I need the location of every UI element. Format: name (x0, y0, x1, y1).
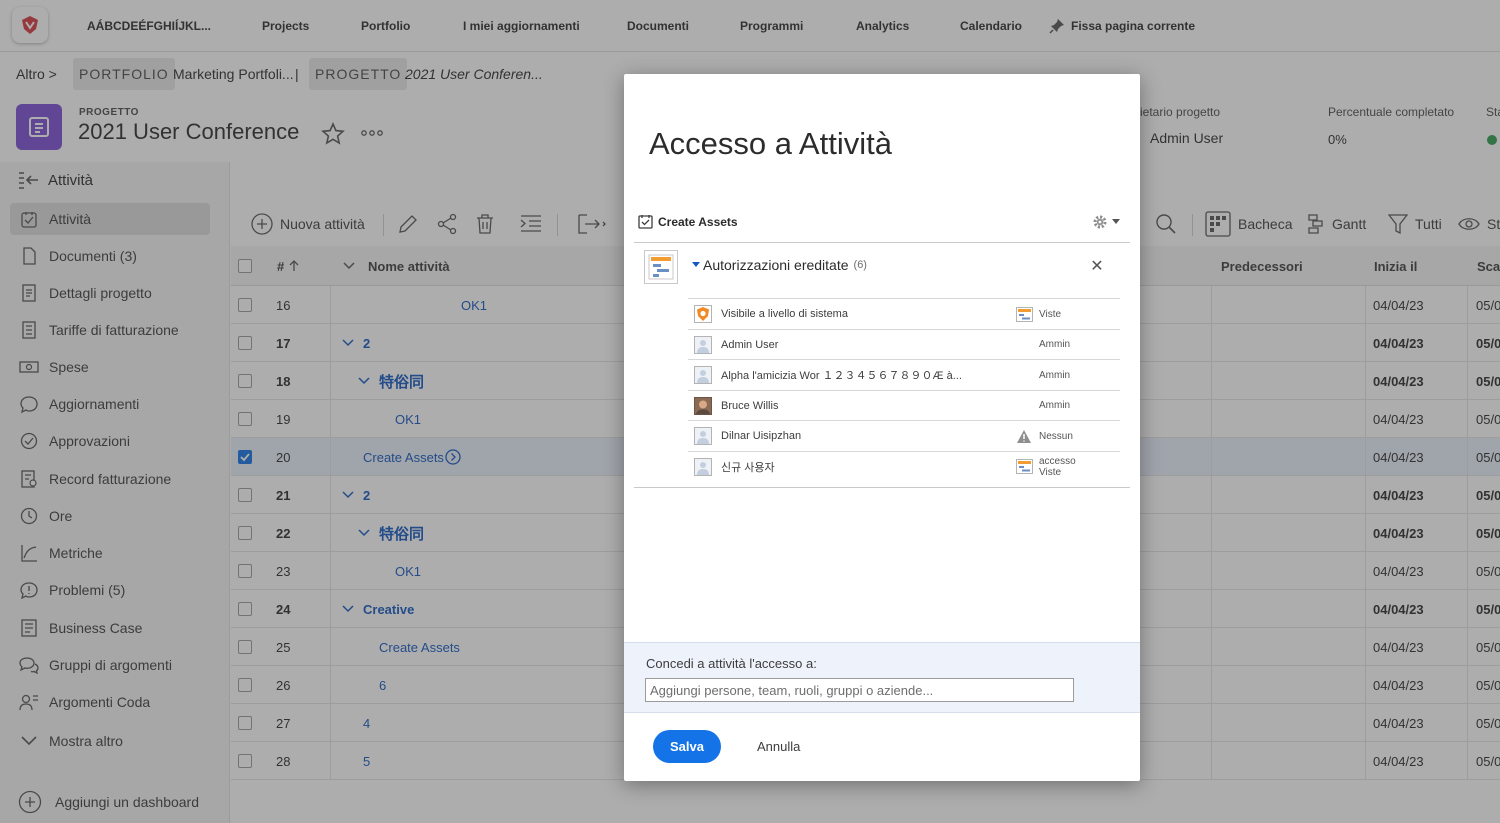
permission-name: Admin User (721, 338, 779, 351)
save-button[interactable]: Salva (653, 730, 721, 763)
permission-level[interactable]: Ammin (1039, 330, 1099, 360)
permission-name: Visibile a livello di sistema (721, 308, 848, 320)
permission-row[interactable]: Bruce Willis Ammin (688, 389, 1120, 421)
cancel-button[interactable]: Annulla (757, 730, 800, 763)
permission-level[interactable]: Nessun (1039, 421, 1099, 451)
warning-icon (1016, 421, 1032, 451)
permission-row[interactable]: 신규 사용자 accesso Viste (688, 450, 1120, 482)
permission-level[interactable]: Viste (1039, 299, 1099, 329)
caret-down-icon (1112, 219, 1120, 224)
system-shield-icon (694, 299, 712, 329)
permission-name: Alpha l'amicizia Wor １２３４５６７８９０Æ à... (721, 370, 962, 382)
inherited-permissions-count: (6) (853, 259, 867, 271)
permission-level[interactable]: Ammin (1039, 360, 1099, 390)
grant-access-input[interactable] (645, 678, 1074, 702)
inherited-permissions-toggle[interactable]: Autorizzazioni ereditate (6) (692, 257, 867, 273)
user-avatar-icon (694, 360, 712, 390)
dialog-title: Accesso a Attività (649, 126, 892, 161)
view-access-icon (1016, 299, 1033, 329)
view-access-icon (1016, 452, 1033, 482)
permission-row[interactable]: Admin User Ammin (688, 328, 1120, 360)
inherited-permissions-icon (644, 250, 678, 284)
permission-level[interactable]: accesso Viste (1039, 452, 1099, 482)
user-avatar-icon (694, 330, 712, 360)
permission-name: Dilnar Uisipzhan (721, 430, 802, 442)
permission-row[interactable]: Alpha l'amicizia Wor １２３４５６７８９０Æ à... Amm… (688, 359, 1120, 389)
grant-access-panel: Concedi a attività l'accesso a: (624, 642, 1140, 713)
dialog-divider (634, 242, 1130, 243)
access-dialog: Accesso a Attività Create Assets Autoriz… (624, 74, 1140, 781)
permission-row[interactable]: Dilnar Uisipzhan Nessun (688, 420, 1120, 450)
permission-row[interactable]: Visibile a livello di sistema Viste (688, 298, 1120, 328)
permission-level[interactable]: Ammin (1039, 391, 1099, 421)
settings-menu-button[interactable] (1092, 214, 1120, 230)
photo-avatar (694, 391, 712, 421)
grant-access-label: Concedi a attività l'accesso a: (646, 656, 817, 671)
inherited-permissions-title: Autorizzazioni ereditate (703, 257, 849, 273)
object-header: Create Assets (638, 214, 738, 229)
object-name: Create Assets (658, 214, 738, 229)
user-avatar-icon (694, 452, 712, 482)
user-avatar-icon (694, 421, 712, 451)
close-icon[interactable]: ✕ (1090, 256, 1104, 276)
permission-name: 신규 사용자 (721, 461, 775, 474)
permission-name: Bruce Willis (721, 399, 779, 412)
caret-down-icon (692, 262, 700, 267)
permissions-bottom-divider (634, 487, 1130, 488)
task-icon (638, 215, 653, 229)
gear-icon (1093, 215, 1107, 229)
